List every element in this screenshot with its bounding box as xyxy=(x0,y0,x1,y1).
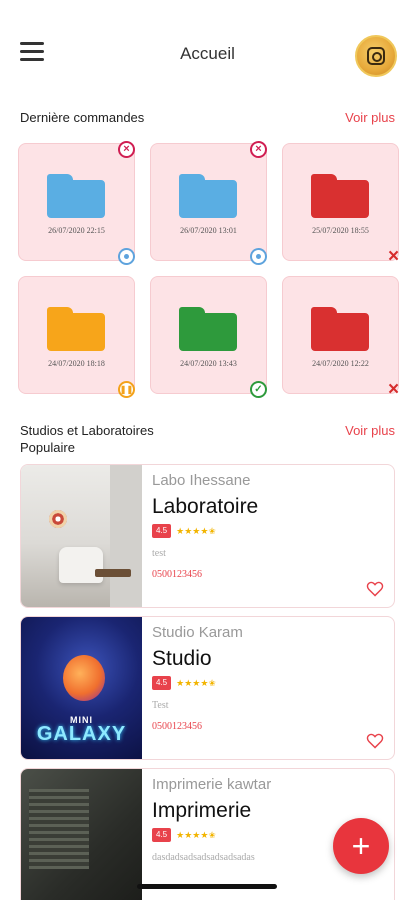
studio-phone: 0500123456 xyxy=(152,721,202,732)
check-icon: ✓ xyxy=(250,381,267,398)
order-card[interactable]: 24/07/2020 13:43 ✓ xyxy=(150,276,267,398)
studio-thumbnail: MINI GALAXY xyxy=(21,617,142,759)
status-icons xyxy=(351,17,385,27)
heart-icon[interactable] xyxy=(366,733,384,749)
order-date: 24/07/2020 12:22 xyxy=(312,359,369,368)
orders-see-more-link[interactable]: Voir plus xyxy=(345,109,395,126)
orders-section-title: Dernière commandes xyxy=(20,110,145,125)
studio-type: Studio xyxy=(152,647,212,670)
cancel-icon[interactable]: × xyxy=(250,141,267,158)
pending-icon xyxy=(118,248,135,265)
order-card[interactable]: 24/07/2020 18:18 ❚❚ xyxy=(18,276,135,398)
add-button[interactable]: + xyxy=(333,818,389,874)
order-date: 26/07/2020 22:15 xyxy=(48,226,105,235)
pause-icon: ❚❚ xyxy=(118,381,135,398)
order-card[interactable]: 24/07/2020 12:22 × xyxy=(282,276,399,399)
star-icons: ★★★★✬ xyxy=(176,829,216,840)
status-bar: 9:10 xyxy=(0,0,415,40)
folder-icon xyxy=(311,307,369,351)
star-icons: ★★★★✬ xyxy=(176,677,216,688)
folder-icon xyxy=(47,174,105,218)
pending-icon xyxy=(250,248,267,265)
orders-section-header: Dernière commandes Voir plus xyxy=(20,109,395,126)
studio-description: Test xyxy=(152,700,169,711)
folder-icon xyxy=(179,174,237,218)
order-card[interactable]: 26/07/2020 22:15 × xyxy=(18,141,135,265)
studio-card[interactable]: Labo Ihessane Laboratoire 4.5 ★★★★✬ test… xyxy=(20,464,395,608)
order-card[interactable]: 26/07/2020 13:01 × xyxy=(150,141,267,265)
studio-description: test xyxy=(152,548,166,559)
order-date: 24/07/2020 13:43 xyxy=(180,359,237,368)
folder-icon xyxy=(311,174,369,218)
status-time: 9:10 xyxy=(36,16,67,33)
studios-section-title: Studios et Laboratoires Populaire xyxy=(20,423,154,455)
rating-value: 4.5 xyxy=(152,676,172,690)
avatar[interactable] xyxy=(355,35,397,77)
folder-icon xyxy=(47,307,105,351)
page-title: Accueil xyxy=(180,44,235,63)
studio-phone: 0500123456 xyxy=(152,569,202,580)
home-indicator[interactable] xyxy=(137,884,277,889)
studio-type: Laboratoire xyxy=(152,495,259,518)
wifi-icon xyxy=(351,17,365,27)
rating: 4.5 ★★★★✬ xyxy=(152,676,384,690)
studio-thumbnail xyxy=(21,465,142,607)
rating-value: 4.5 xyxy=(152,828,172,842)
studios-section-header: Studios et Laboratoires Populaire Voir p… xyxy=(20,422,395,456)
cancel-icon[interactable]: × xyxy=(118,141,135,158)
folder-icon xyxy=(179,307,237,351)
order-date: 25/07/2020 18:55 xyxy=(312,226,369,235)
order-date: 26/07/2020 13:01 xyxy=(180,226,237,235)
studio-name: Labo Ihessane xyxy=(152,472,251,489)
battery-icon xyxy=(371,17,385,27)
order-date: 24/07/2020 18:18 xyxy=(48,359,105,368)
studio-name: Studio Karam xyxy=(152,624,243,641)
studio-name: Imprimerie kawtar xyxy=(152,776,272,793)
studio-card[interactable]: MINI GALAXY Studio Karam Studio 4.5 ★★★★✬… xyxy=(20,616,395,760)
instagram-icon xyxy=(367,47,385,65)
studios-see-more-link[interactable]: Voir plus xyxy=(345,422,395,456)
rating-value: 4.5 xyxy=(152,524,172,538)
studio-thumbnail xyxy=(21,769,142,900)
x-icon: × xyxy=(387,379,400,400)
order-card[interactable]: 25/07/2020 18:55 × xyxy=(282,143,399,266)
x-icon: × xyxy=(387,246,400,267)
star-icons: ★★★★✬ xyxy=(176,525,216,536)
rating: 4.5 ★★★★✬ xyxy=(152,524,384,538)
orders-grid: 26/07/2020 22:15 × 26/07/2020 13:01 × 25… xyxy=(18,141,399,399)
heart-icon[interactable] xyxy=(366,581,384,597)
